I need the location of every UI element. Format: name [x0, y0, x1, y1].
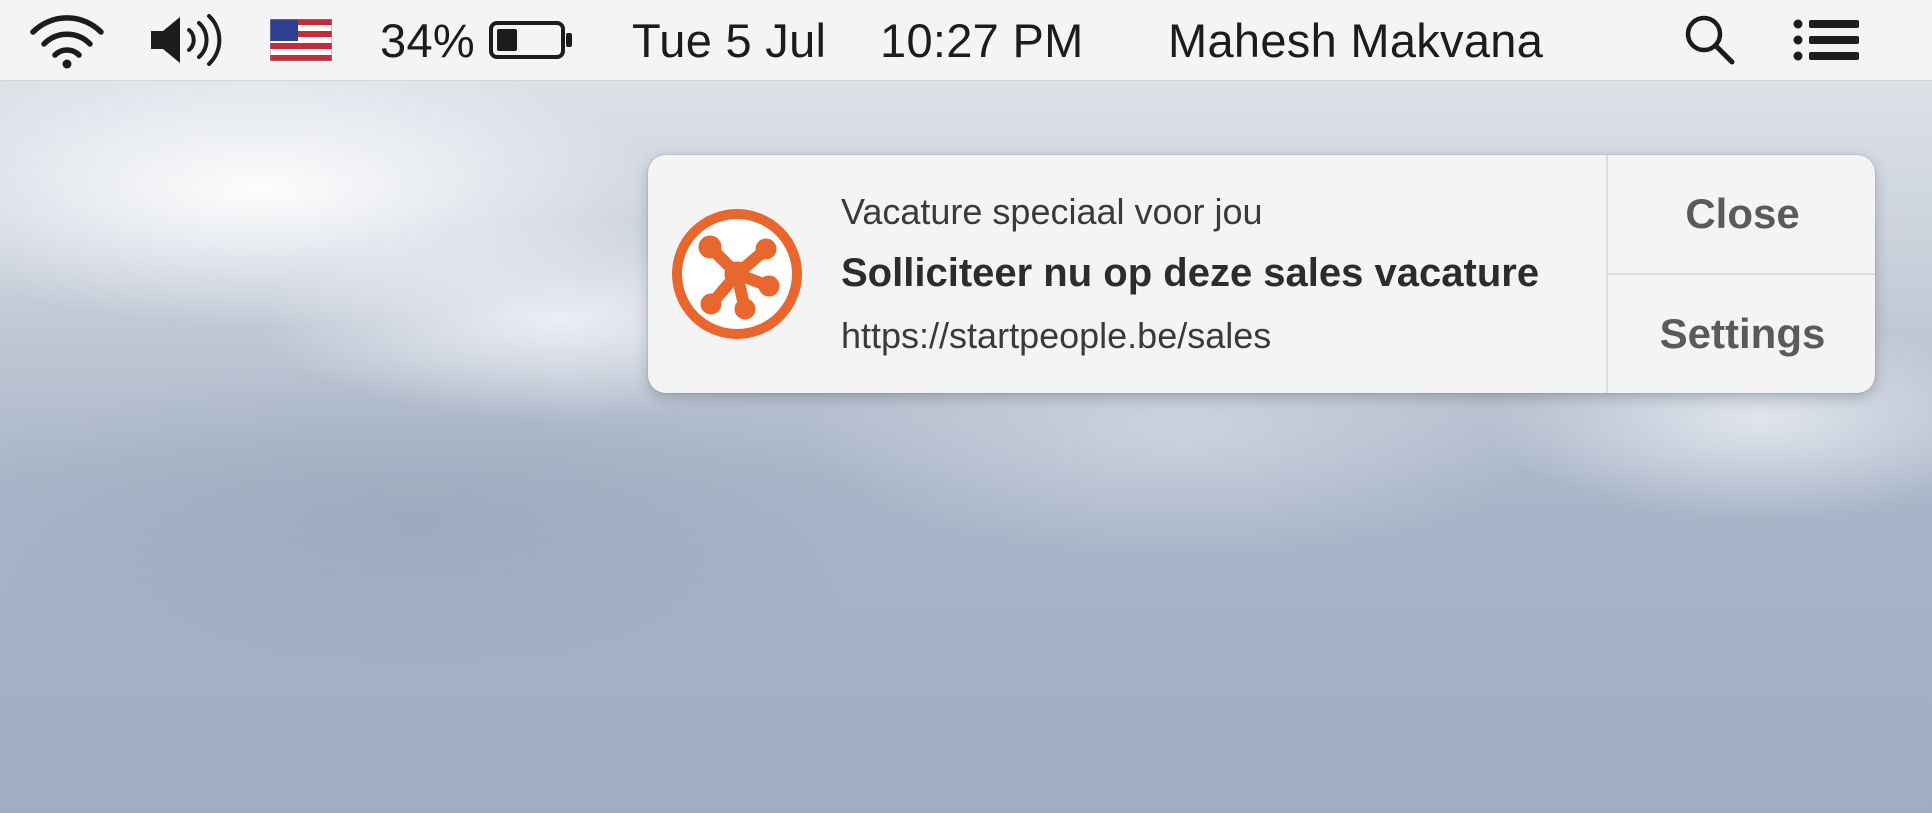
notification-url: https://startpeople.be/sales — [841, 315, 1272, 356]
notification-center-icon[interactable] — [1792, 0, 1864, 80]
desktop-wallpaper — [0, 0, 1932, 813]
settings-button[interactable]: Settings — [1608, 273, 1875, 393]
notification-title: Solliciteer nu op deze sales vacature — [841, 251, 1540, 295]
user-account-menu[interactable]: Mahesh Makvana — [1168, 0, 1543, 80]
battery-percentage[interactable]: 34% — [380, 0, 475, 80]
notification-subtitle: Vacature speciaal voor jou — [841, 191, 1263, 232]
close-button[interactable]: Close — [1608, 155, 1875, 273]
flag-us-icon[interactable] — [270, 0, 334, 80]
battery-percentage-text: 34% — [380, 13, 475, 67]
notification-banner[interactable]: Vacature speciaal voor jou Solliciteer n… — [648, 155, 1875, 393]
notification-actions: Close Settings — [1606, 155, 1875, 393]
battery-icon[interactable] — [488, 0, 578, 80]
search-icon[interactable] — [1682, 0, 1742, 80]
menu-bar: 34% Tue 5 Jul 10:27 PM Mahesh Makvana — [0, 0, 1932, 81]
wifi-icon[interactable] — [28, 0, 108, 80]
volume-icon[interactable] — [145, 0, 230, 80]
menubar-clock[interactable]: 10:27 PM — [880, 0, 1084, 80]
startpeople-logo-icon — [670, 207, 804, 341]
menubar-date[interactable]: Tue 5 Jul — [632, 0, 826, 80]
